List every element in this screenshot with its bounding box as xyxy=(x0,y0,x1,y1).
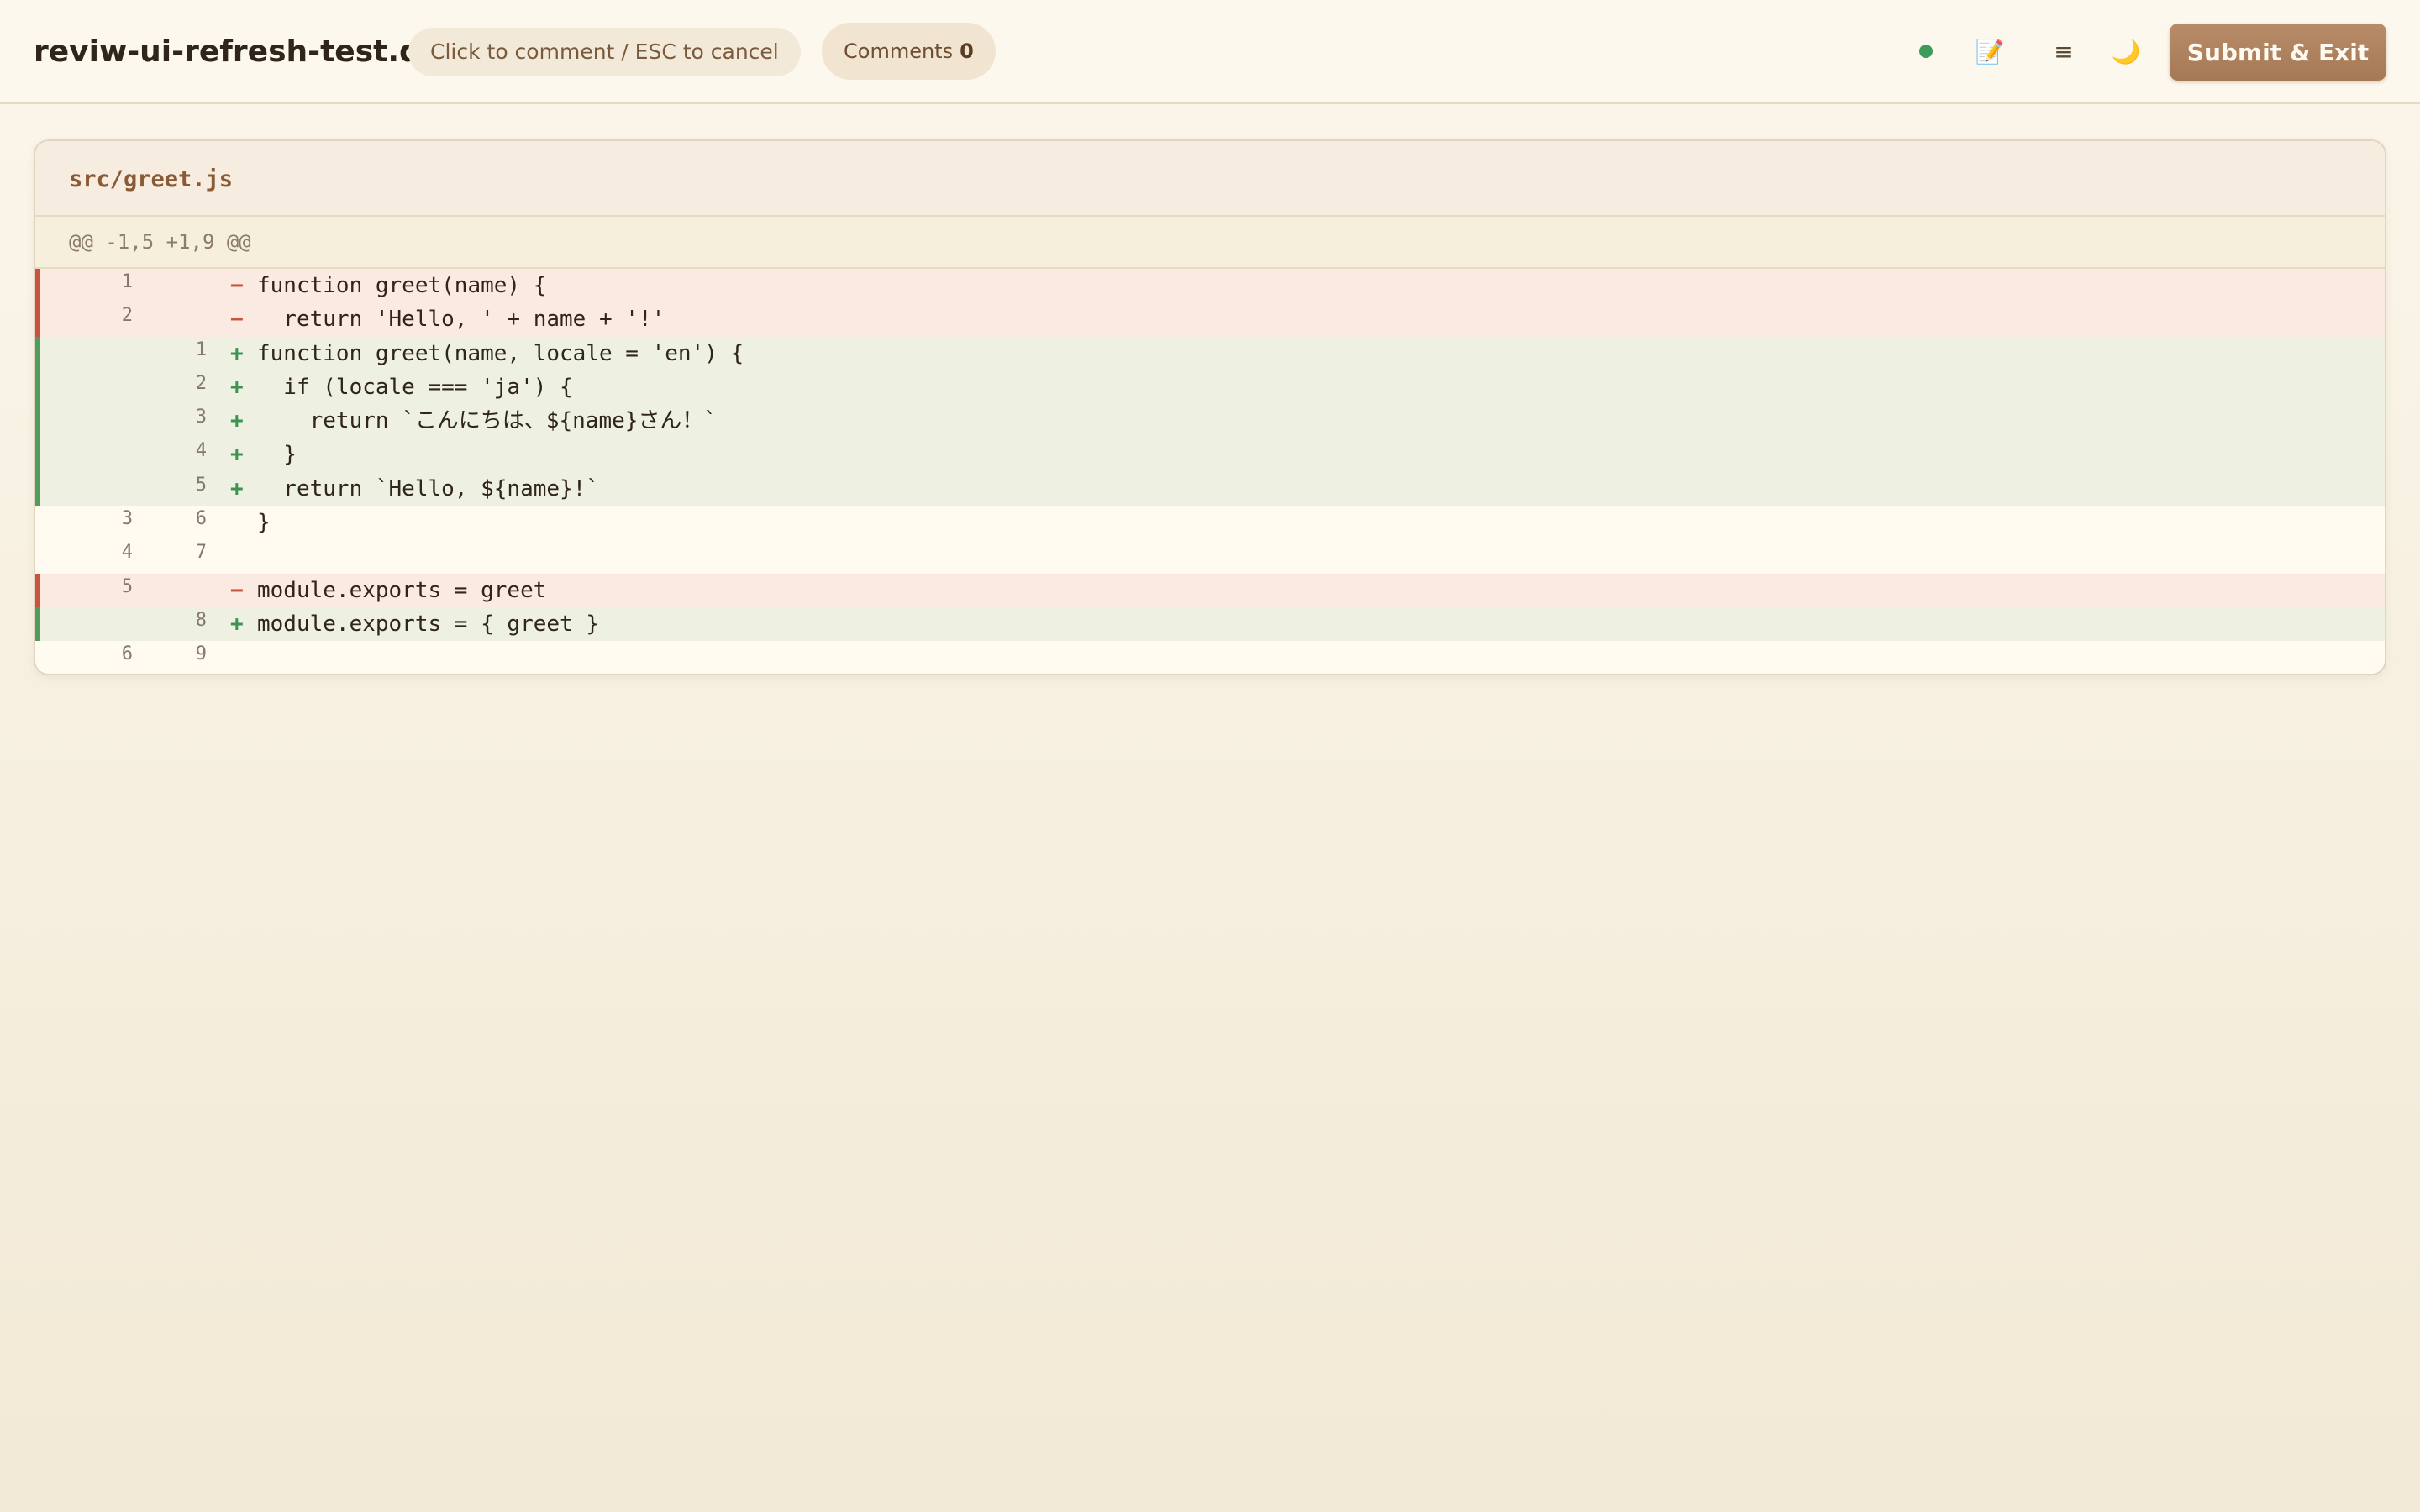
diff-line[interactable]: 3 6} xyxy=(35,506,2385,540)
code-text: if (locale === 'ja') { xyxy=(257,374,573,400)
code-text: } xyxy=(257,510,271,536)
new-line-number: 9 xyxy=(195,643,207,665)
old-line-number: 5 xyxy=(121,575,133,597)
code-text: function greet(name, locale = 'en') { xyxy=(257,340,744,366)
old-line-number: 3 xyxy=(121,508,133,530)
diff-line[interactable]: 2 − return 'Hello, ' + name + '!' xyxy=(35,302,2385,337)
diff-line[interactable]: 2 + if (locale === 'ja') { xyxy=(35,370,2385,405)
change-marker: + xyxy=(230,374,244,400)
new-line-number: 2 xyxy=(195,372,207,394)
old-line-number: 4 xyxy=(121,542,133,564)
diff-file-card: src/greet.js @@ -1,5 +1,9 @@ 1− function … xyxy=(34,139,2386,675)
memo-icon[interactable]: 📝 xyxy=(1970,32,2010,72)
new-line-number: 5 xyxy=(195,474,207,496)
comments-label: Comments xyxy=(844,39,954,63)
old-line-number: 6 xyxy=(121,643,133,665)
diff-line[interactable]: 5 + return `Hello, ${name}!` xyxy=(35,471,2385,507)
diff-line[interactable]: 1 + function greet(name, locale = 'en') { xyxy=(35,336,2385,370)
change-marker: − xyxy=(230,307,244,333)
new-line-number: 7 xyxy=(195,542,207,564)
diff-line[interactable]: 1 − function greet(name) { xyxy=(35,269,2385,303)
comments-counter-button[interactable]: Comments 0 xyxy=(822,23,996,80)
change-marker: + xyxy=(230,442,244,468)
new-line-number: 3 xyxy=(195,407,207,428)
new-line-number: 4 xyxy=(195,440,207,462)
code-text: return `Hello, ${name}!` xyxy=(257,475,599,501)
diff-line[interactable]: 4 + } xyxy=(35,438,2385,472)
diff-line[interactable]: 5 − module.exports = greet xyxy=(35,573,2385,607)
diff-line[interactable]: 8 + module.exports = { greet } xyxy=(35,606,2385,642)
change-marker: − xyxy=(230,577,244,603)
old-line-number: 2 xyxy=(121,305,133,327)
diff-line[interactable]: 3 + return `こんにちは、${name}さん！` xyxy=(35,404,2385,438)
hunk-header: @@ -1,5 +1,9 @@ xyxy=(35,217,2385,269)
page-title: reviw-ui-refresh-test.diff xyxy=(34,34,456,69)
change-marker: + xyxy=(230,611,244,637)
new-line-number: 6 xyxy=(195,508,207,530)
code-text: function greet(name) { xyxy=(257,273,547,298)
code-text: module.exports = { greet } xyxy=(257,611,599,637)
diff-lines: 1− function greet(name) { 2− return 'Hell… xyxy=(35,269,2385,674)
new-line-number: 1 xyxy=(195,339,207,360)
new-line-number: 8 xyxy=(195,609,207,631)
top-bar: reviw-ui-refresh-test.diff Click to comm… xyxy=(0,0,2420,104)
code-text: return `こんにちは、${name}さん！` xyxy=(257,408,718,434)
menu-icon[interactable]: ≡ xyxy=(2044,32,2084,72)
code-text: module.exports = greet xyxy=(257,577,547,603)
file-header: src/greet.js xyxy=(35,141,2385,217)
old-line-number: 1 xyxy=(121,271,133,292)
change-marker: + xyxy=(230,340,244,366)
change-marker: − xyxy=(230,273,244,298)
comments-count: 0 xyxy=(960,39,974,63)
change-marker: + xyxy=(230,475,244,501)
code-text: return 'Hello, ' + name + '!' xyxy=(257,307,666,333)
code-text: } xyxy=(257,442,297,468)
comment-hint-badge: Click to comment / ESC to cancel xyxy=(408,28,801,76)
connection-status-icon xyxy=(1919,45,1933,58)
change-marker: + xyxy=(230,408,244,434)
file-name: src/greet.js xyxy=(69,166,234,192)
submit-exit-button[interactable]: Submit & Exit xyxy=(2170,24,2386,81)
diff-line[interactable]: 69 xyxy=(35,641,2385,674)
diff-line[interactable]: 47 xyxy=(35,539,2385,574)
moon-icon[interactable]: 🌙 xyxy=(2106,32,2146,72)
